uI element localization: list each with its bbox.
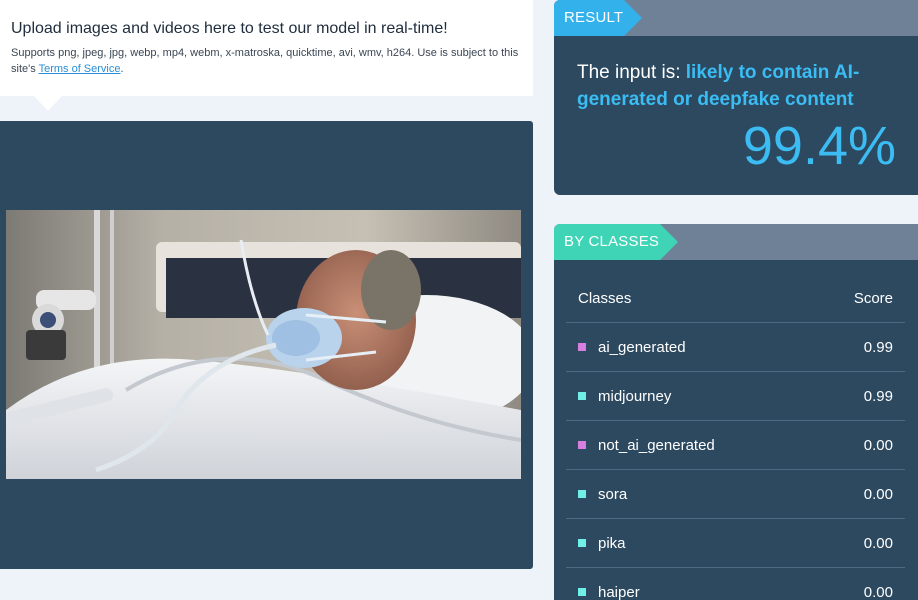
table-row: ai_generated 0.99 xyxy=(566,323,905,372)
result-header: RESULT xyxy=(554,0,918,36)
class-color-square-icon xyxy=(578,392,586,400)
classes-table-header: Classes Score xyxy=(566,264,905,323)
uploaded-image-preview xyxy=(6,210,521,479)
class-score: 0.00 xyxy=(863,583,893,600)
terms-of-service-link[interactable]: Terms of Service xyxy=(39,63,121,75)
class-name: not_ai_generated xyxy=(598,436,715,454)
class-name: sora xyxy=(598,485,628,503)
classes-header: BY CLASSES xyxy=(554,224,918,260)
tos-suffix: . xyxy=(120,63,124,75)
result-percentage: 99.4% xyxy=(742,116,896,176)
table-row: sora 0.00 xyxy=(566,470,905,519)
class-color-square-icon xyxy=(578,539,586,547)
class-score: 0.00 xyxy=(863,534,893,552)
class-score: 0.00 xyxy=(863,436,893,454)
classes-table: Classes Score ai_generated 0.99 midjourn… xyxy=(566,264,905,600)
result-card: RESULT The input is: likely to contain A… xyxy=(554,0,918,195)
class-name: pika xyxy=(598,534,626,552)
hospital-bed-photo xyxy=(6,210,521,479)
table-row: midjourney 0.99 xyxy=(566,372,905,421)
result-tag: RESULT xyxy=(554,0,642,36)
upload-title: Upload images and videos here to test ou… xyxy=(11,20,448,37)
score-column-header: Score xyxy=(853,289,893,307)
table-row: haiper 0.00 xyxy=(566,568,905,600)
class-name: ai_generated xyxy=(598,338,686,356)
class-score: 0.99 xyxy=(863,387,893,405)
classes-column-header: Classes xyxy=(578,289,632,307)
table-row: pika 0.00 xyxy=(566,519,905,568)
class-score: 0.00 xyxy=(863,485,893,503)
class-color-square-icon xyxy=(578,490,586,498)
by-classes-card: BY CLASSES Classes Score ai_generated 0.… xyxy=(554,224,918,600)
table-row: not_ai_generated 0.00 xyxy=(566,421,905,470)
upload-drop-zone[interactable] xyxy=(0,121,533,569)
upload-info-card: Upload images and videos here to test ou… xyxy=(0,0,533,111)
class-name: haiper xyxy=(598,583,640,600)
by-classes-tag: BY CLASSES xyxy=(554,224,678,260)
class-color-square-icon xyxy=(578,441,586,449)
result-statement: The input is: likely to contain AI-gener… xyxy=(577,59,897,113)
result-prefix: The input is: xyxy=(577,62,681,83)
class-color-square-icon xyxy=(578,588,586,596)
class-color-square-icon xyxy=(578,343,586,351)
class-score: 0.99 xyxy=(863,338,893,356)
upload-subtitle: Supports png, jpeg, jpg, webp, mp4, webm… xyxy=(11,45,521,77)
class-name: midjourney xyxy=(598,387,672,405)
